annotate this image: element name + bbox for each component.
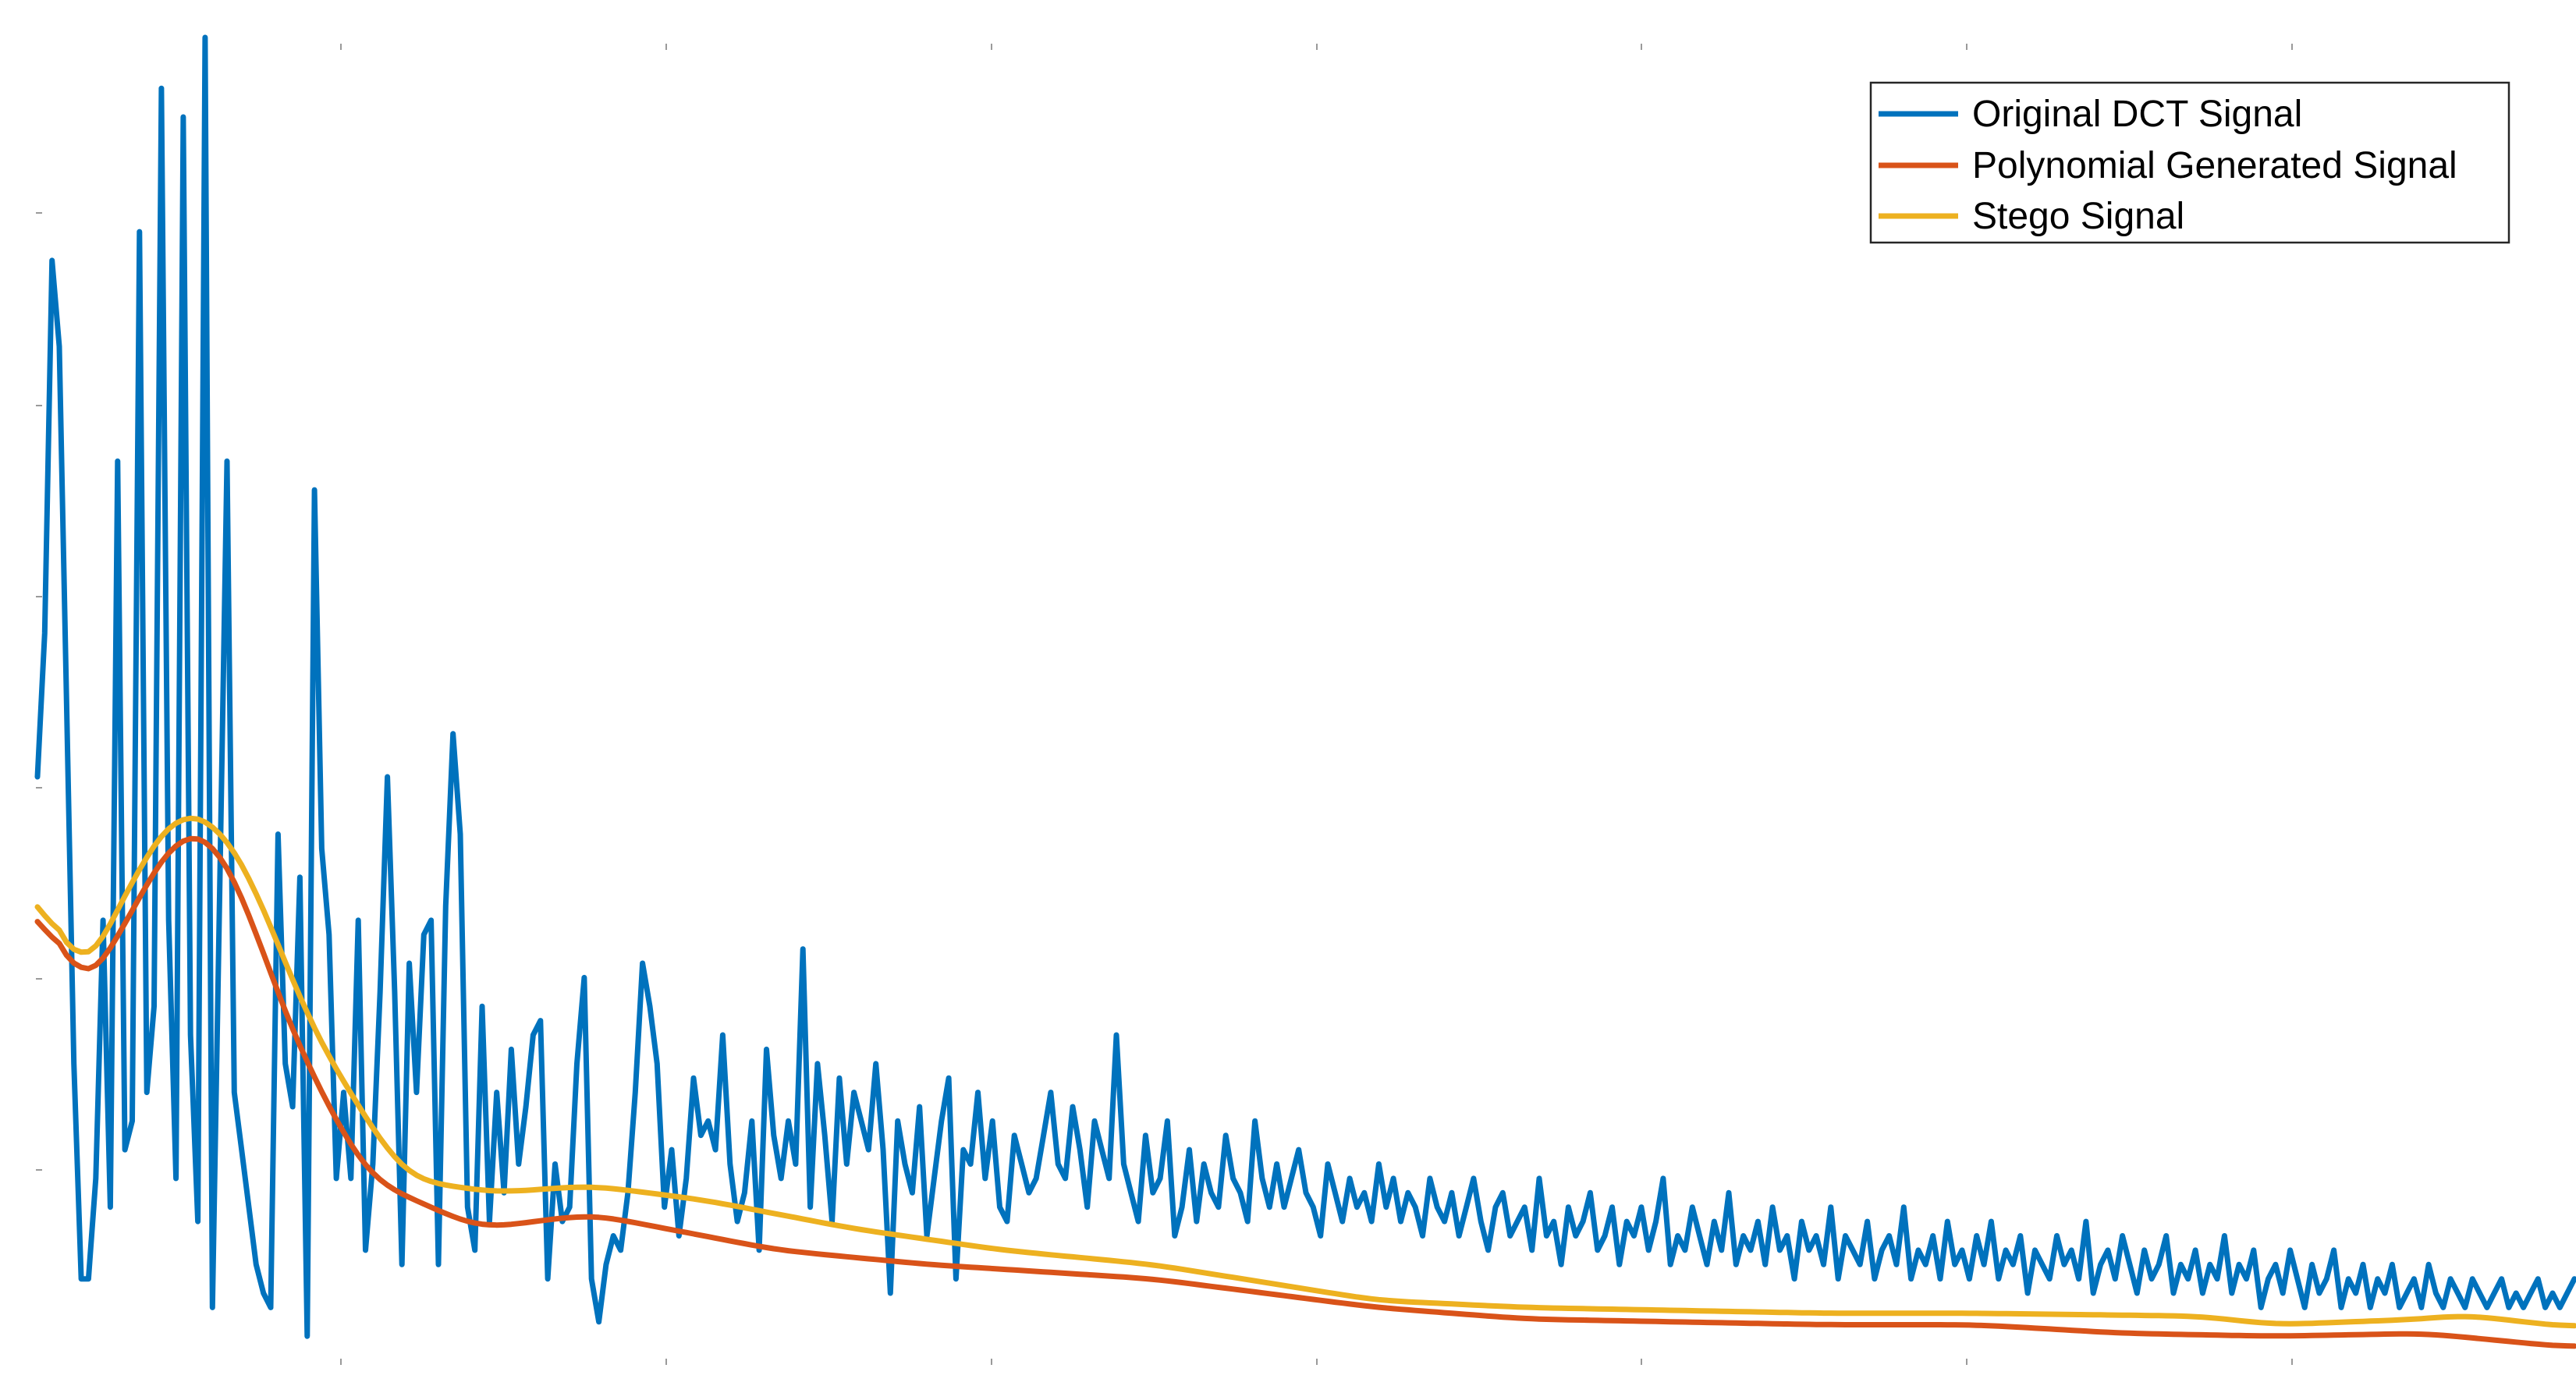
chart-area: Original DCT Signal Polynomial Generated… [0,0,2576,1396]
legend-label-original: Original DCT Signal [1972,94,2302,135]
legend: Original DCT Signal Polynomial Generated… [1869,81,2510,244]
legend-label-stego: Stego Signal [1972,196,2184,237]
line-chart: Original DCT Signal Polynomial Generated… [34,34,2576,1365]
legend-label-polynomial: Polynomial Generated Signal [1972,145,2457,186]
